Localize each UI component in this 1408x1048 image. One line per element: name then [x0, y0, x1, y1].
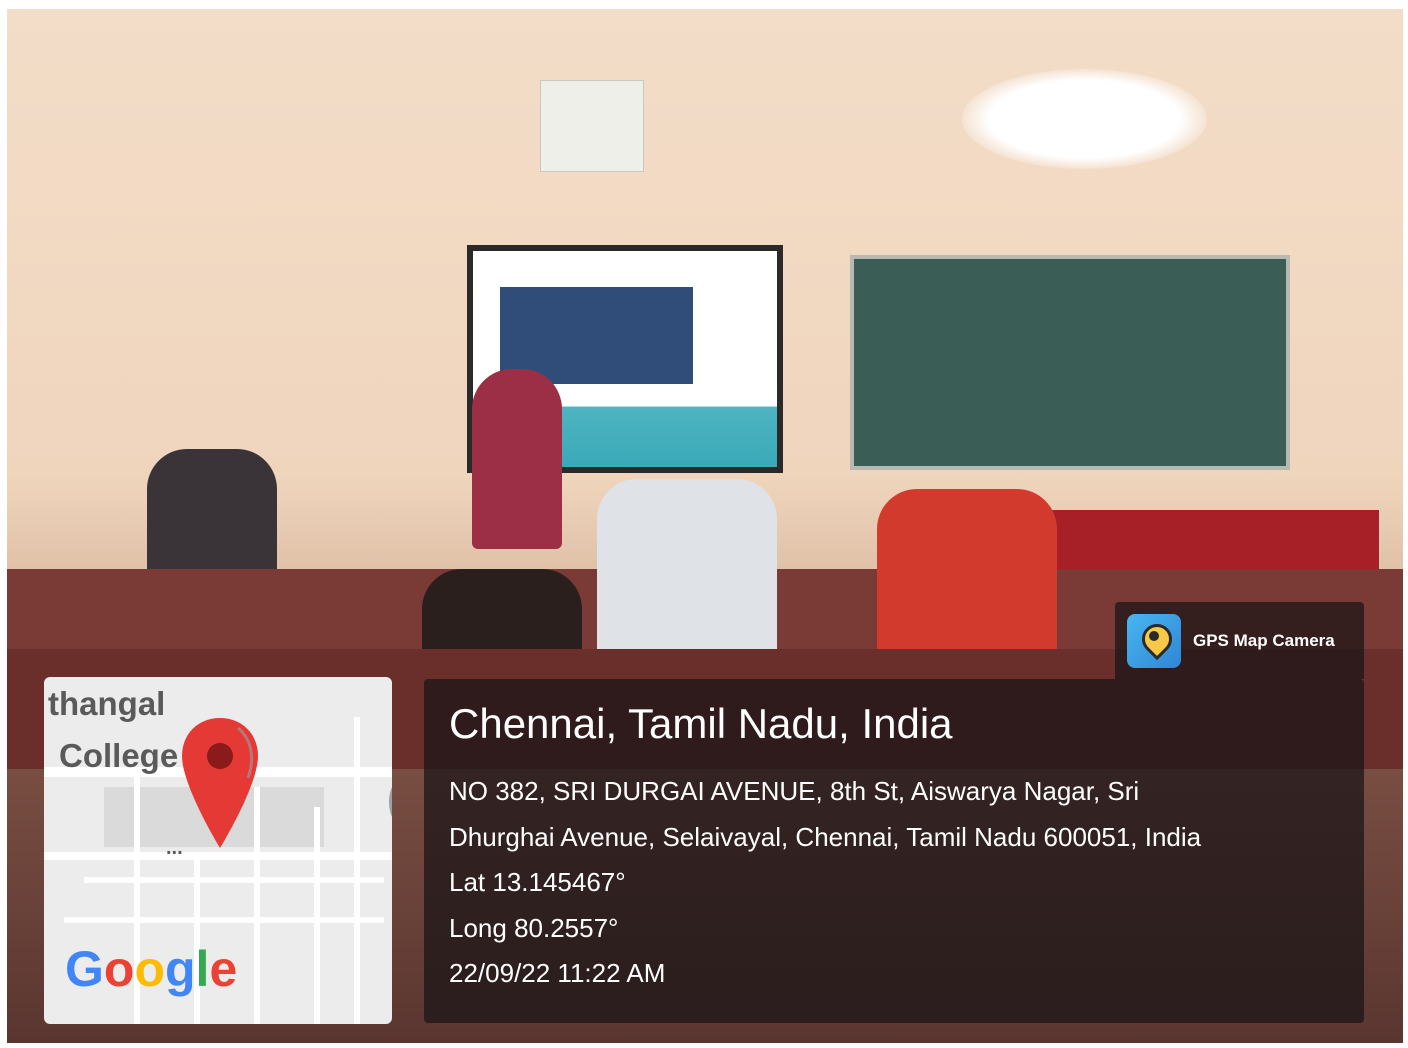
google-logo: Google — [65, 940, 237, 998]
chalkboard — [850, 255, 1290, 470]
longitude: Long 80.2557° — [449, 913, 619, 943]
map-pin-icon — [182, 718, 258, 848]
location-city: Chennai, Tamil Nadu, India — [449, 700, 953, 747]
google-logo-text: Google — [65, 941, 238, 997]
map-label-college: College — [59, 737, 179, 774]
address-line-1: NO 382, SRI DURGAI AVENUE, 8th St, Aiswa… — [449, 776, 1140, 806]
gps-map-camera-badge: GPS Map Camera — [1115, 602, 1364, 679]
badge-label: GPS Map Camera — [1193, 630, 1335, 650]
latitude: Lat 13.145467° — [449, 867, 626, 897]
presenter — [472, 369, 562, 549]
ceiling-light — [962, 69, 1207, 169]
wall-air-conditioner — [540, 80, 644, 172]
address-line-2: Dhurghai Avenue, Selaivayal, Chennai, Ta… — [449, 822, 1202, 852]
date-time: 22/09/22 11:22 AM — [449, 958, 666, 988]
map-label-thangal: thangal — [48, 685, 166, 722]
gps-map-camera-icon — [1127, 613, 1181, 668]
